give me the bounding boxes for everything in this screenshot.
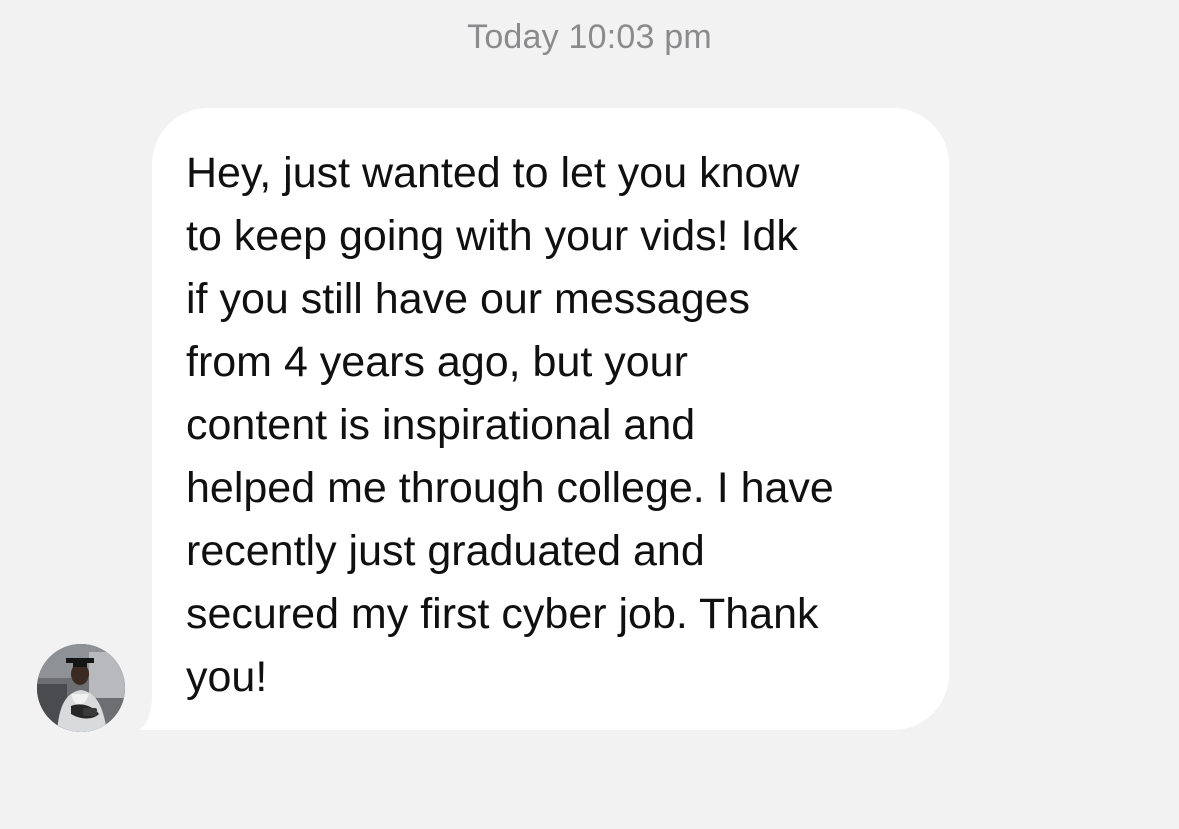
message-thread: Today 10:03 pm Hey, just wanted to let y… <box>0 0 1179 829</box>
graduate-avatar-icon <box>37 644 125 732</box>
message-timestamp: Today 10:03 pm <box>467 18 712 56</box>
message-text: Hey, just wanted to let you know to keep… <box>186 149 834 701</box>
bubble-tail-icon <box>138 700 152 730</box>
sender-avatar[interactable] <box>37 644 125 732</box>
message-bubble[interactable]: Hey, just wanted to let you know to keep… <box>152 108 949 730</box>
